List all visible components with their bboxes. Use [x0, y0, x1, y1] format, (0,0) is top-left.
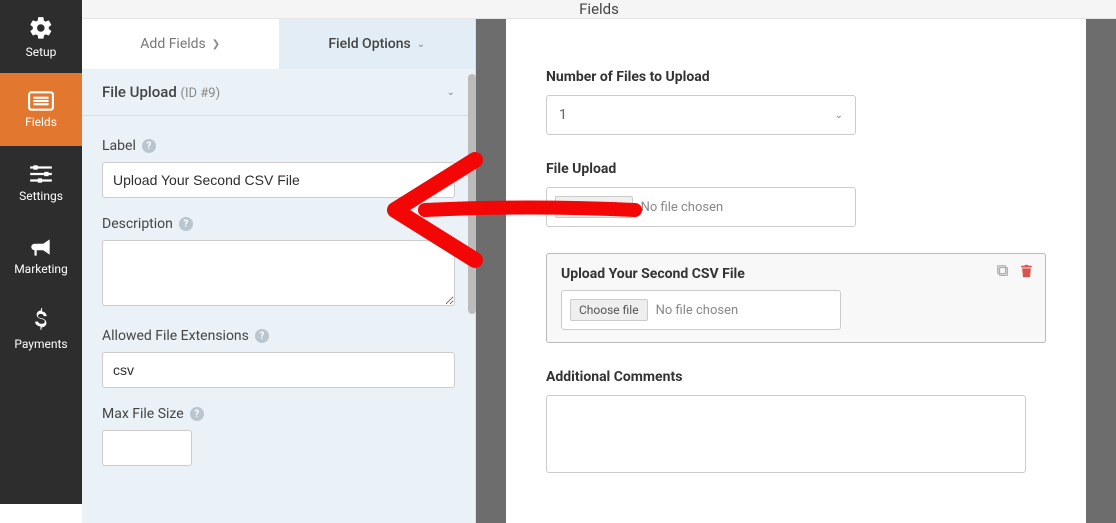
form-preview: Number of Files to Upload 1 ⌄ File Uploa…	[506, 19, 1086, 523]
panel-scrollbar[interactable]	[468, 74, 476, 314]
preview-label: Additional Comments	[546, 369, 1046, 385]
selected-field[interactable]: Upload Your Second CSV File Choose file …	[546, 253, 1046, 343]
content-wrap: Add Fields ❯ Field Options ⌄ File Upload…	[82, 19, 1116, 523]
preview-wrap: Number of Files to Upload 1 ⌄ File Uploa…	[476, 19, 1116, 523]
preview-num-files: Number of Files to Upload 1 ⌄	[546, 69, 1046, 135]
sidebar-item-marketing[interactable]: Marketing	[0, 219, 82, 292]
tab-label: Add Fields	[140, 36, 206, 52]
field-label: Label	[102, 138, 136, 154]
trash-icon[interactable]	[1020, 264, 1033, 282]
sidebar-item-label: Marketing	[14, 262, 68, 276]
help-icon[interactable]: ?	[190, 407, 204, 421]
main-area: Fields Add Fields ❯ Field Options ⌄ File…	[82, 0, 1116, 504]
section-id: (ID #9)	[181, 86, 221, 101]
preview-label: Upload Your Second CSV File	[561, 266, 1031, 282]
preview-label: File Upload	[546, 161, 1046, 177]
chevron-down-icon: ⌄	[447, 87, 455, 98]
chevron-right-icon: ❯	[212, 39, 220, 50]
gear-icon	[28, 15, 54, 41]
sidebar-item-label: Fields	[25, 115, 57, 129]
sidebar-item-fields[interactable]: Fields	[0, 73, 82, 146]
description-input[interactable]	[102, 240, 455, 306]
sidebar-item-label: Settings	[19, 189, 63, 203]
panel-body: Label ? Description ? Allowed File Exten…	[82, 116, 475, 523]
tab-label: Field Options	[328, 36, 410, 52]
duplicate-icon[interactable]	[996, 264, 1010, 282]
comments-textarea[interactable]	[546, 395, 1026, 473]
sidebar-item-setup[interactable]: Setup	[0, 0, 82, 73]
sidebar-item-label: Payments	[14, 337, 67, 351]
app-sidebar: Setup Fields Settings Marketing Payments	[0, 0, 82, 504]
bullhorn-icon	[28, 236, 54, 258]
dollar-icon	[32, 307, 50, 333]
topbar: Fields	[82, 0, 1116, 19]
allowed-ext-input[interactable]	[102, 352, 455, 388]
field-label: Description	[102, 216, 173, 232]
tab-add-fields[interactable]: Add Fields ❯	[82, 19, 279, 69]
file-status: No file chosen	[641, 200, 724, 215]
preview-file-upload-1: File Upload Choose file No file chosen	[546, 161, 1046, 227]
preview-file-upload-selected: Upload Your Second CSV File Choose file …	[546, 253, 1046, 343]
select-value: 1	[559, 107, 567, 123]
section-title: File Upload	[102, 83, 177, 101]
group-allowed-ext: Allowed File Extensions ?	[102, 328, 455, 388]
help-icon[interactable]: ?	[179, 217, 193, 231]
field-label: Max File Size	[102, 406, 184, 422]
tab-field-options[interactable]: Field Options ⌄	[279, 19, 476, 69]
field-label: Allowed File Extensions	[102, 328, 249, 344]
options-panel: Add Fields ❯ Field Options ⌄ File Upload…	[82, 19, 476, 523]
panel-tabs: Add Fields ❯ Field Options ⌄	[82, 19, 475, 69]
sidebar-item-settings[interactable]: Settings	[0, 146, 82, 219]
chevron-down-icon: ⌄	[835, 110, 843, 121]
help-icon[interactable]: ?	[142, 139, 156, 153]
list-icon	[28, 91, 54, 111]
chevron-down-icon: ⌄	[417, 39, 425, 50]
group-label: Label ?	[102, 138, 455, 198]
label-input[interactable]	[102, 162, 455, 198]
num-files-select[interactable]: 1 ⌄	[546, 95, 856, 135]
file-status: No file chosen	[656, 303, 739, 318]
page-title: Fields	[579, 0, 619, 18]
preview-comments: Additional Comments	[546, 369, 1046, 477]
sidebar-item-payments[interactable]: Payments	[0, 292, 82, 365]
file-input[interactable]: Choose file No file chosen	[561, 290, 841, 330]
group-max-size: Max File Size ?	[102, 406, 455, 466]
sidebar-item-label: Setup	[26, 45, 57, 59]
help-icon[interactable]: ?	[255, 329, 269, 343]
file-input[interactable]: Choose file No file chosen	[546, 187, 856, 227]
sliders-icon	[28, 163, 54, 185]
choose-file-button[interactable]: Choose file	[555, 196, 633, 218]
choose-file-button[interactable]: Choose file	[570, 299, 648, 321]
max-size-input[interactable]	[102, 430, 192, 466]
group-description: Description ?	[102, 216, 455, 310]
section-header[interactable]: File Upload (ID #9) ⌄	[82, 69, 475, 116]
preview-label: Number of Files to Upload	[546, 69, 1046, 85]
